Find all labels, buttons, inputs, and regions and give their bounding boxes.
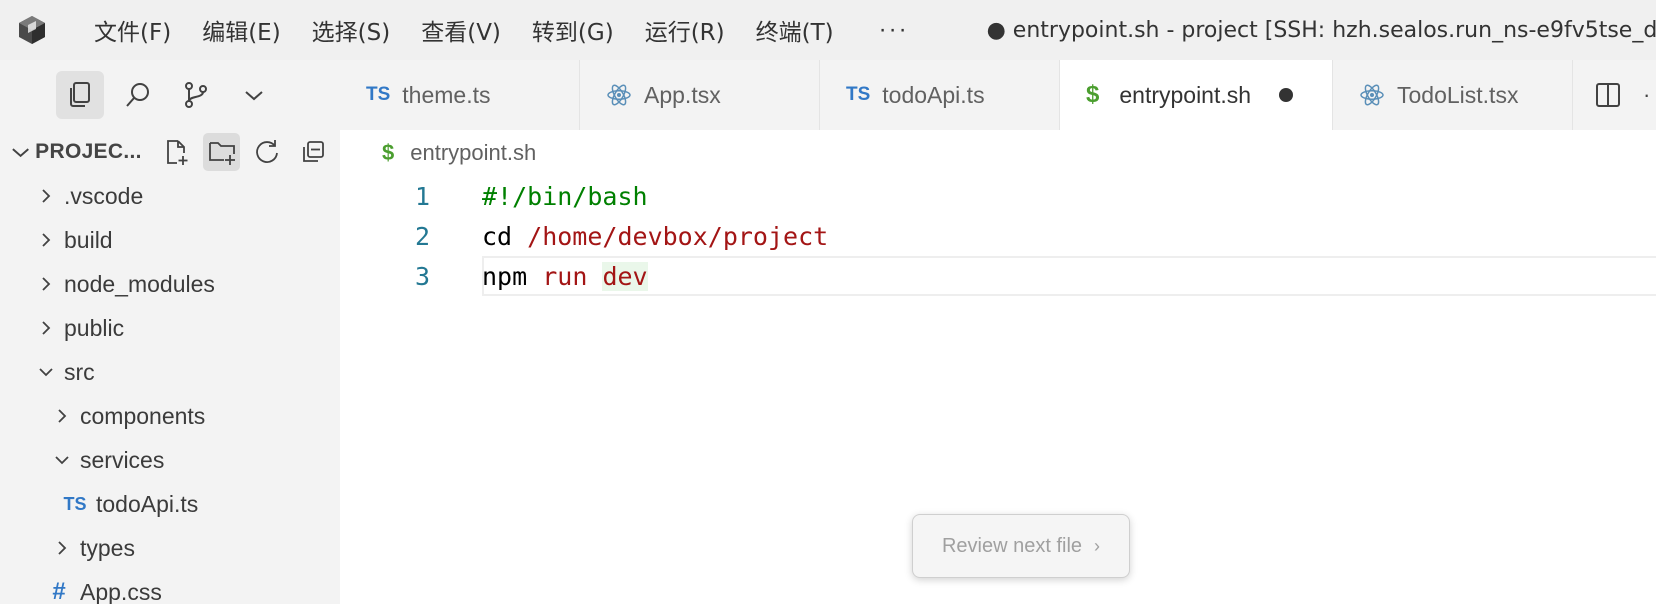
ts-label: TS [846,84,871,105]
chevron-right-icon [50,404,74,428]
menu-item[interactable]: 编辑(E) [188,10,294,50]
source-control-icon[interactable] [172,71,220,119]
tab-todoapi-ts[interactable]: TS todoApi.ts [820,60,1060,130]
menu-item[interactable]: 文件(F) [80,10,185,50]
explorer-header[interactable]: PROJEC... [0,130,340,174]
dollar-label: $ [1086,81,1100,108]
explorer-title: PROJEC... [35,140,142,163]
app-logo-icon [18,13,46,47]
menu-item[interactable]: 转到(G) [518,10,628,50]
line-number: 2 [414,221,430,251]
chevron-down-icon[interactable] [230,71,278,119]
tree-folder[interactable]: node_modules [0,262,340,306]
tree-file[interactable]: # App.css [0,570,340,604]
tree-item-label: node_modules [64,270,215,297]
code-line[interactable]: 3 npm run dev [340,256,1656,296]
tree-item-label: public [64,314,125,341]
tab-theme-ts[interactable]: TS theme.ts [340,60,580,130]
view-switcher [0,60,340,130]
tree-item-label: types [80,534,135,561]
menu-item[interactable]: 运行(R) [631,10,739,50]
chevron-right-icon [34,184,58,208]
tree-folder[interactable]: public [0,306,340,350]
tab-todolist-tsx[interactable]: TodoList.tsx [1333,60,1573,130]
react-icon [1359,82,1385,108]
current-line-highlight [482,256,1656,296]
tree-item-label: build [64,226,113,253]
ts-label: TS [366,84,391,105]
more-actions-icon[interactable]: · [1643,82,1650,108]
css-file-icon: # [52,578,66,604]
code-token: #!/bin/bash [482,181,648,211]
code-line[interactable]: 1 #!/bin/bash [340,176,1656,216]
new-file-icon[interactable] [158,133,195,171]
file-tree: .vscode build node_modulespublic src compone… [0,174,340,604]
window-title: ● entrypoint.sh - project [SSH: hzh.seal… [986,17,1656,43]
split-editor-icon[interactable] [1593,80,1623,110]
tab-app-tsx[interactable]: App.tsx [580,60,820,130]
collapse-all-icon[interactable] [294,133,331,171]
chevron-right-icon [34,316,58,340]
tree-item-label: services [80,446,165,473]
chevron-down-icon [50,448,74,472]
chevron-right-icon [50,536,74,560]
tree-item-label: .vscode [64,182,144,209]
chevron-down-icon [34,360,58,384]
refresh-icon[interactable] [249,133,286,171]
line-number: 1 [414,181,430,211]
search-icon[interactable] [114,71,162,119]
menu-item[interactable]: 查看(V) [407,10,515,50]
explorer-icon[interactable] [56,71,104,119]
tab-label: entrypoint.sh [1119,81,1252,108]
chevron-right-icon: › [1094,535,1101,556]
breadcrumb[interactable]: $ entrypoint.sh [340,130,536,176]
tree-folder[interactable]: services [0,438,340,482]
tree-item-label: App.css [80,578,162,604]
shell-file-icon: $ [1086,81,1107,109]
menu-more-button[interactable]: ··· [861,16,927,44]
code-token: cd [482,221,528,251]
tab-label: todoApi.ts [882,81,985,108]
tree-folder[interactable]: components [0,394,340,438]
breadcrumb-file[interactable]: entrypoint.sh [410,140,536,166]
editor-tabs: TS theme.ts App.tsx TS todoApi.ts $ entrypoint… [340,60,1656,130]
code-token: /home/devbox/project [527,221,829,251]
line-text: cd /home/devbox/project [482,222,828,251]
code-line[interactable]: 2 cd /home/devbox/project [340,216,1656,256]
tab-label: TodoList.tsx [1397,81,1519,108]
chevron-right-icon [34,272,58,296]
tree-item-label: src [64,358,95,385]
chevron-right-icon [34,228,58,252]
sidebar: PROJEC... .vscode build node_modules pub… [0,60,340,604]
review-label: Review next file [941,534,1083,557]
tab-entrypoint-sh[interactable]: $ entrypoint.sh [1060,60,1333,130]
react-icon [606,82,632,108]
typescript-file-icon: TS [846,84,870,106]
line-text: #!/bin/bash [482,182,648,211]
tree-folder[interactable]: types [0,526,340,570]
tree-folder[interactable]: src [0,350,340,394]
unsaved-dot-icon[interactable] [1279,88,1294,102]
tree-folder[interactable]: build [0,218,340,262]
review-next-file-button[interactable]: Review next file › [912,514,1130,578]
shell-file-icon: $ [382,140,395,165]
title-bar: 文件(F) 编辑(E) 选择(S) 查看(V) 转到(G) 运行(R) 终端(T) ··· … [0,0,1656,60]
tree-file[interactable]: TS todoApi.ts [0,482,340,526]
code-editor[interactable]: 1 #!/bin/bash 2 cd /home/devbox/project 3 npm… [340,176,1656,296]
line-number: 3 [414,261,430,291]
menu-item[interactable]: 终端(T) [742,10,848,50]
typescript-file-icon: TS [366,84,390,106]
tree-item-label: components [80,402,206,429]
chevron-down-icon [12,148,29,158]
tree-item-label: todoApi.ts [96,490,199,517]
typescript-file-icon: TS [63,493,87,514]
tab-label: theme.ts [402,81,491,108]
new-folder-icon[interactable] [203,133,240,171]
tab-label: App.tsx [644,81,721,108]
tree-folder[interactable]: .vscode [0,174,340,218]
menu-item[interactable]: 选择(S) [298,10,405,50]
tab-actions: · [1573,60,1650,130]
